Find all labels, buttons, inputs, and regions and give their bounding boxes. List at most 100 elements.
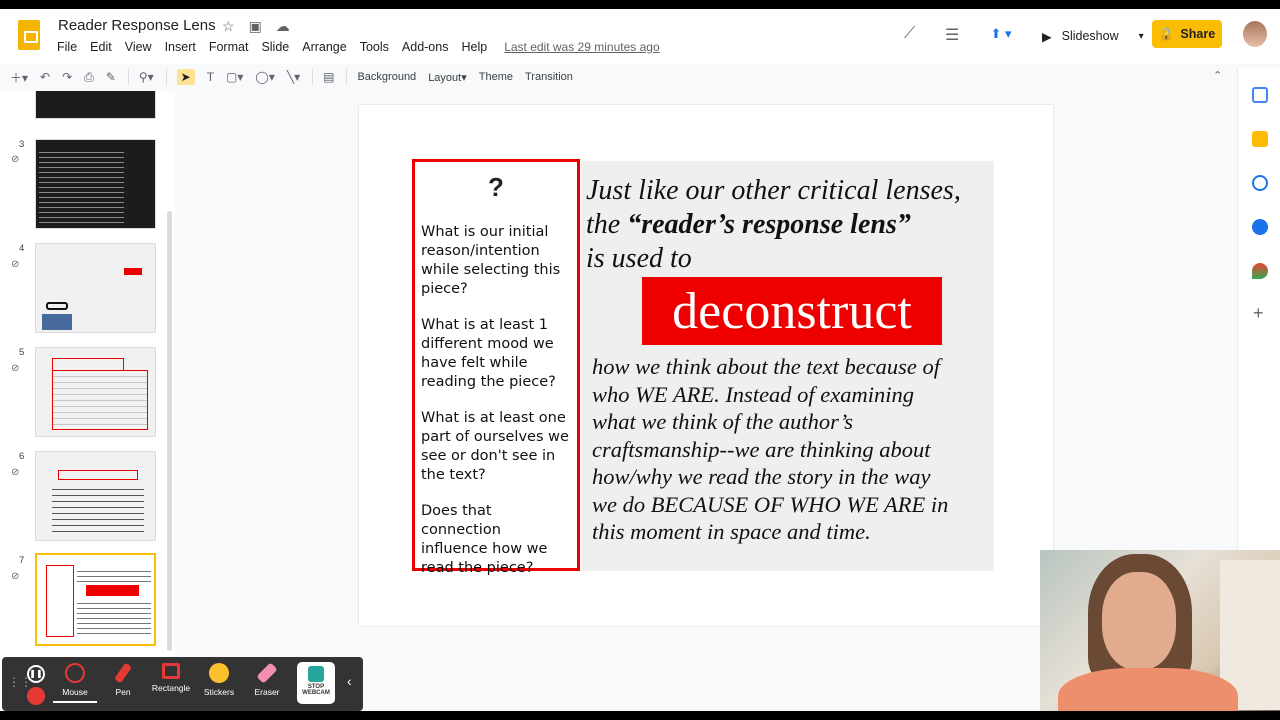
print-icon[interactable]: ⎙ xyxy=(84,70,94,85)
slide-number: 4 xyxy=(19,243,25,254)
slide-filmstrip: 3 ⊘ 4 ⊘ 5 ⊘ 6 ⊘ 7 ⊘ 8 xyxy=(0,91,175,711)
slide-thumb-2[interactable] xyxy=(35,91,156,119)
maps-icon[interactable] xyxy=(1252,263,1268,279)
image-icon[interactable]: ▢▾ xyxy=(226,70,243,84)
document-title[interactable]: Reader Response Lens xyxy=(58,17,216,34)
slide-number: 6 xyxy=(19,451,25,462)
slide-thumb-5[interactable] xyxy=(35,347,156,437)
undo-icon[interactable]: ↶ xyxy=(40,70,50,84)
transition-button[interactable]: Transition xyxy=(525,71,573,83)
last-edit-link[interactable]: Last edit was 29 minutes ago xyxy=(504,40,659,54)
question-text: What is at least one part of ourselves w… xyxy=(421,410,569,483)
intro-the: the xyxy=(586,209,628,240)
eraser-tool-button[interactable]: Eraser xyxy=(245,662,289,697)
text-box-icon[interactable]: T xyxy=(207,70,214,84)
menu-bar: File Edit View Insert Format Slide Arran… xyxy=(57,40,673,54)
collapse-toolbar-icon[interactable]: ⌃ xyxy=(1213,69,1222,82)
activity-trend-icon[interactable]: ⟋ xyxy=(904,25,915,43)
link-icon: ⊘ xyxy=(11,259,20,270)
question-text: Does that connection influence how we re… xyxy=(421,503,548,576)
move-folder-icon[interactable]: ▣ xyxy=(249,18,262,35)
filmstrip-scrollbar[interactable] xyxy=(167,211,172,651)
stickers-tool-button[interactable]: Stickers xyxy=(197,663,241,697)
current-slide[interactable]: ? What is our initial reason/intention w… xyxy=(359,105,1053,626)
present-upload-icon: ⬆ ▾ xyxy=(990,26,1012,41)
link-icon: ⊘ xyxy=(11,467,20,478)
shape-icon[interactable]: ◯▾ xyxy=(255,70,274,84)
zoom-icon[interactable]: ⚲▾ xyxy=(139,70,154,84)
theme-button[interactable]: Theme xyxy=(479,71,513,83)
share-label: Share xyxy=(1180,27,1216,41)
cloud-status-icon[interactable]: ☁ xyxy=(276,18,290,35)
present-to-meeting-button[interactable]: ⬆ ▾ xyxy=(980,22,1022,46)
slide-thumb-7-selected[interactable] xyxy=(35,553,156,646)
pause-icon[interactable]: ❚❚ xyxy=(27,665,45,683)
add-addon-icon[interactable]: + xyxy=(1253,303,1264,324)
menu-edit[interactable]: Edit xyxy=(90,40,112,54)
question-mark: ? xyxy=(488,172,504,202)
background-button[interactable]: Background xyxy=(357,71,416,83)
rectangle-icon xyxy=(162,663,180,679)
calendar-icon[interactable] xyxy=(1252,87,1268,103)
pen-tool-button[interactable]: Pen xyxy=(101,662,145,697)
stop-webcam-button[interactable]: STOP WEBCAM xyxy=(297,662,335,704)
slide-number: 3 xyxy=(19,139,25,150)
toolbar: ＋▾ ↶ ↷ ⎙ ✎ ⚲▾ ➤ T ▢▾ ◯▾ ╲▾ ▤ Background … xyxy=(10,67,1235,87)
stop-webcam-label: STOP WEBCAM xyxy=(302,684,330,696)
link-icon: ⊘ xyxy=(11,363,20,374)
screen-recorder-toolbar: ⋮⋮ ❚❚ Mouse Pen Rectangle Stickers Erase… xyxy=(2,657,363,711)
lock-icon: 🔒 xyxy=(1158,26,1175,41)
layout-button[interactable]: Layout▾ xyxy=(428,71,467,84)
comment-add-icon[interactable]: ▤ xyxy=(323,70,334,84)
menu-addons[interactable]: Add-ons xyxy=(402,40,449,54)
menu-help[interactable]: Help xyxy=(461,40,487,54)
mouse-icon xyxy=(65,663,85,683)
slideshow-button[interactable]: ▶ Slideshow ▾ xyxy=(1034,22,1144,50)
star-icon[interactable]: ☆ xyxy=(222,18,235,35)
body-text: how we think about the text because of w… xyxy=(592,354,949,544)
collapse-chevron-icon[interactable]: ‹ xyxy=(347,673,352,689)
intro-line-1: Just like our other critical lenses, xyxy=(586,175,961,206)
line-icon[interactable]: ╲▾ xyxy=(287,70,300,84)
menu-tools[interactable]: Tools xyxy=(360,40,389,54)
slide-thumb-3[interactable] xyxy=(35,139,156,229)
slide-thumb-6[interactable] xyxy=(35,451,156,541)
deconstruct-highlight: deconstruct xyxy=(642,277,942,345)
slide-thumb-4[interactable] xyxy=(35,243,156,333)
keep-icon[interactable] xyxy=(1252,131,1268,147)
share-button[interactable]: 🔒 Share xyxy=(1152,20,1222,48)
questions-box[interactable]: ? What is our initial reason/intention w… xyxy=(412,159,580,576)
pen-icon xyxy=(113,662,133,684)
redo-icon[interactable]: ↷ xyxy=(62,70,72,84)
slides-logo-icon[interactable] xyxy=(18,20,40,50)
menu-view[interactable]: View xyxy=(125,40,152,54)
stop-record-icon[interactable] xyxy=(27,687,45,705)
lens-text-panel[interactable]: Just like our other critical lenses, the… xyxy=(581,161,994,571)
question-text: What is our initial reason/intention whi… xyxy=(421,224,561,297)
intro-line-3: is used to xyxy=(586,243,692,274)
new-slide-icon[interactable]: ＋▾ xyxy=(10,69,28,86)
intro-line-2: the “reader’s response lens” xyxy=(586,208,1016,242)
rectangle-tool-button[interactable]: Rectangle xyxy=(149,663,193,693)
chevron-down-icon[interactable]: ▾ xyxy=(1139,31,1144,42)
menu-insert[interactable]: Insert xyxy=(165,40,196,54)
tasks-icon[interactable] xyxy=(1252,175,1268,191)
slideshow-label: Slideshow xyxy=(1061,29,1119,43)
mouse-tool-button[interactable]: Mouse xyxy=(53,663,97,703)
intro-text: Just like our other critical lenses, the… xyxy=(586,174,1016,276)
smiley-icon xyxy=(209,663,229,683)
stickers-label: Stickers xyxy=(203,687,235,697)
menu-arrange[interactable]: Arrange xyxy=(302,40,346,54)
menu-slide[interactable]: Slide xyxy=(261,40,289,54)
comments-icon[interactable]: ☰ xyxy=(945,25,959,45)
avatar[interactable] xyxy=(1243,21,1267,47)
select-pointer-icon[interactable]: ➤ xyxy=(176,69,195,85)
menu-file[interactable]: File xyxy=(57,40,77,54)
link-icon: ⊘ xyxy=(11,154,20,165)
webcam-overlay[interactable] xyxy=(1040,550,1280,711)
contacts-icon[interactable] xyxy=(1252,219,1268,235)
paint-format-icon[interactable]: ✎ xyxy=(106,70,116,84)
slide-number: 5 xyxy=(19,347,25,358)
slide-number: 7 xyxy=(19,555,25,566)
menu-format[interactable]: Format xyxy=(209,40,249,54)
